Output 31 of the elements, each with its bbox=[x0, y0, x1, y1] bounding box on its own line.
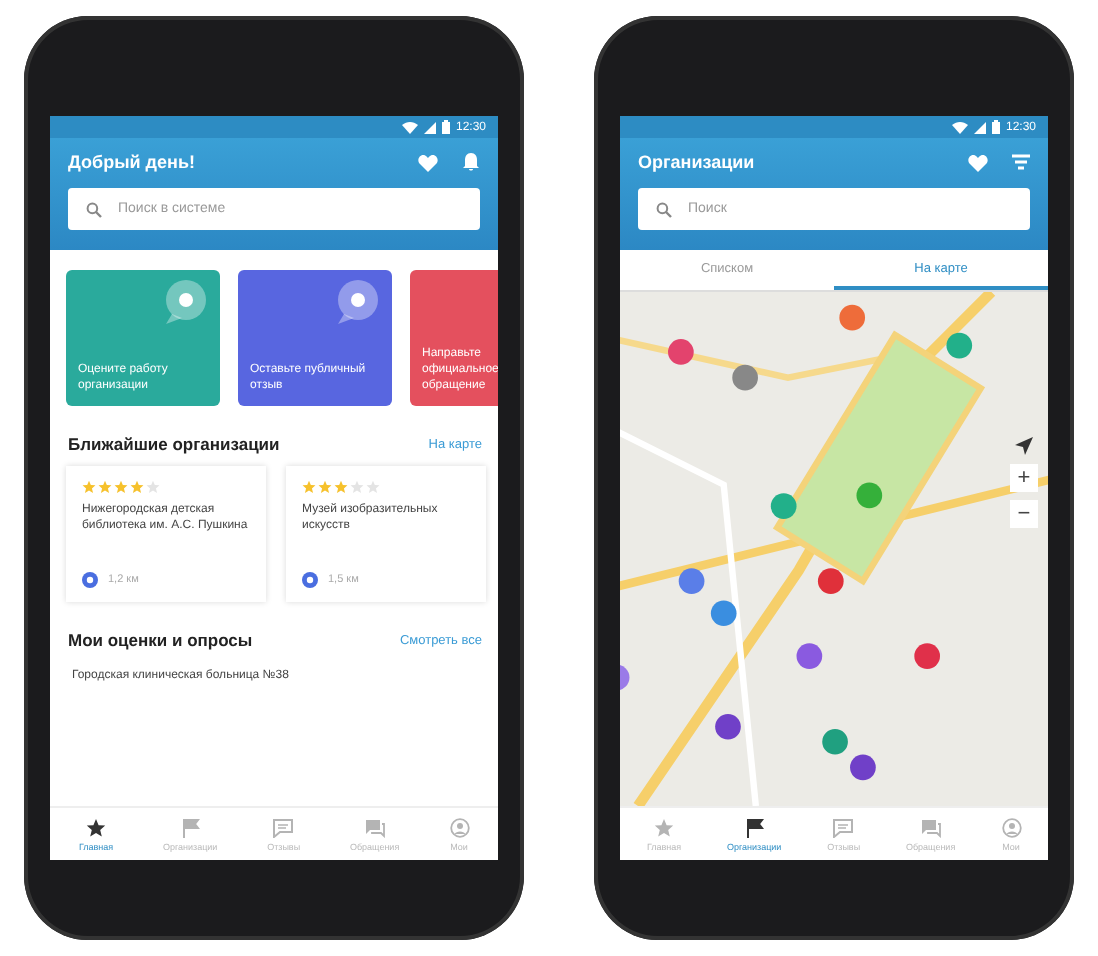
message-icon bbox=[272, 818, 295, 838]
flag-icon bbox=[181, 818, 200, 838]
signal-icon bbox=[973, 121, 986, 133]
section-title: Мои оценки и опросы bbox=[68, 630, 253, 650]
heart-icon[interactable] bbox=[968, 153, 988, 171]
location-icon bbox=[302, 572, 318, 588]
filter-icon[interactable] bbox=[1012, 153, 1030, 171]
screen-title: Организации bbox=[638, 152, 755, 172]
bell-icon[interactable] bbox=[462, 152, 480, 172]
signal-icon bbox=[423, 121, 436, 133]
screen-title: Добрый день! bbox=[68, 152, 195, 172]
wifi-icon bbox=[401, 121, 418, 133]
heart-icon[interactable] bbox=[418, 153, 438, 171]
zoom-in-button[interactable]: + bbox=[1010, 464, 1038, 492]
bubble-icon bbox=[160, 278, 212, 326]
flag-icon bbox=[745, 818, 764, 838]
chat-icon bbox=[363, 818, 386, 838]
message-icon bbox=[832, 818, 855, 838]
battery-icon bbox=[441, 120, 450, 134]
battery-icon bbox=[991, 120, 1000, 134]
location-icon bbox=[82, 572, 98, 588]
zoom-out-button[interactable]: − bbox=[1010, 500, 1038, 528]
star-icon bbox=[654, 818, 674, 838]
person-icon bbox=[1001, 818, 1022, 838]
wifi-icon bbox=[951, 121, 968, 133]
locate-icon[interactable] bbox=[1014, 436, 1034, 456]
bubble-icon bbox=[332, 278, 384, 326]
section-title: Ближайшие организации bbox=[68, 434, 280, 454]
person-icon bbox=[449, 818, 470, 838]
star-icon bbox=[86, 818, 106, 838]
chat-icon bbox=[919, 818, 942, 838]
